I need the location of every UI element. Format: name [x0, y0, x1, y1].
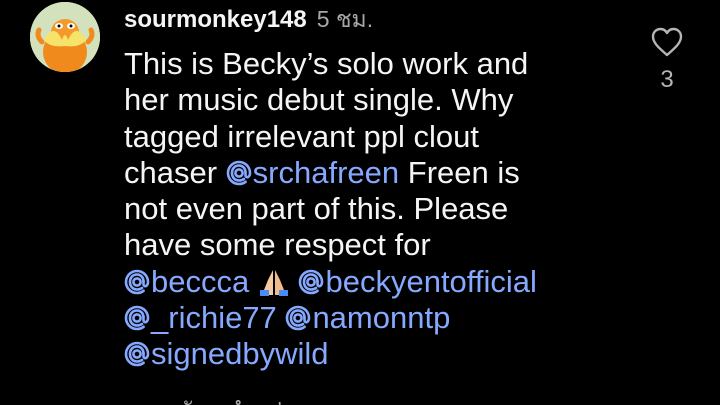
threads-at-icon	[286, 305, 311, 331]
comment-text-segment: her music debut single. Why	[124, 82, 514, 118]
comment-text-segment: chaser	[124, 154, 226, 190]
mention-link-signedbywild[interactable]: signedbywild	[124, 336, 329, 371]
threads-at-icon	[124, 305, 150, 331]
comment-text-segment: tagged irrelevant ppl clout	[124, 118, 480, 154]
mention-link-namonntp[interactable]: namonntp	[285, 300, 450, 335]
comment-line: signedbywild	[124, 336, 624, 372]
threads-at-icon	[124, 269, 150, 295]
lorax-avatar-image	[30, 2, 100, 72]
heart-outline-icon	[651, 27, 683, 57]
comment-line: beccca beckyentofficial	[124, 264, 624, 300]
mention-link-richie77[interactable]: _richie77	[124, 300, 277, 335]
comment-line: tagged irrelevant ppl clout	[124, 119, 624, 155]
comment-line: her music debut single. Why	[124, 82, 624, 118]
comment-text-segment: have some respect for	[124, 227, 431, 263]
mention-link-beckyentofficial[interactable]: beckyentofficial	[298, 263, 537, 299]
comment-line: chaser srchafreen Freen is	[124, 155, 624, 191]
comment-header: sourmonkey148 5 ชม.	[124, 2, 373, 34]
comment-text-segment: Freen is	[399, 154, 520, 190]
mention-username: signedbywild	[151, 336, 329, 372]
comment-line: not even part of this. Please	[124, 191, 624, 227]
comment-line: have some respect for	[124, 227, 624, 263]
comment-line: This is Becky’s solo work and	[124, 46, 624, 82]
threads-at-icon	[299, 269, 324, 295]
comment-text-segment	[249, 264, 258, 299]
threads-at-icon	[124, 342, 150, 367]
mention-username: srchafreen	[252, 154, 400, 190]
like-count: 3	[660, 66, 674, 93]
like-button[interactable]	[650, 26, 684, 58]
timestamp: 5 ชม.	[316, 6, 374, 32]
comment-footer[interactable]: ตอบกลับ ดูคำแปล	[124, 393, 295, 405]
mention-username: _richie77	[151, 300, 277, 336]
comment-text-segment: This is Becky’s solo work and	[124, 46, 529, 81]
comment-text-segment: not even part of this. Please	[124, 191, 509, 227]
folded-hands-emoji	[259, 269, 288, 296]
mention-username: namonntp	[312, 300, 451, 336]
mention-link-srchafreen[interactable]: srchafreen	[226, 155, 399, 190]
mention-link-beccca[interactable]: beccca	[124, 264, 249, 299]
avatar[interactable]	[30, 2, 100, 72]
comment-line: _richie77 namonntp	[124, 300, 624, 336]
comment-text: This is Becky’s solo work and her music d…	[124, 46, 624, 373]
threads-at-icon	[226, 160, 251, 186]
username[interactable]: sourmonkey148	[124, 6, 307, 34]
mention-username: beckyentofficial	[325, 263, 537, 299]
mention-username: beccca	[151, 263, 250, 299]
